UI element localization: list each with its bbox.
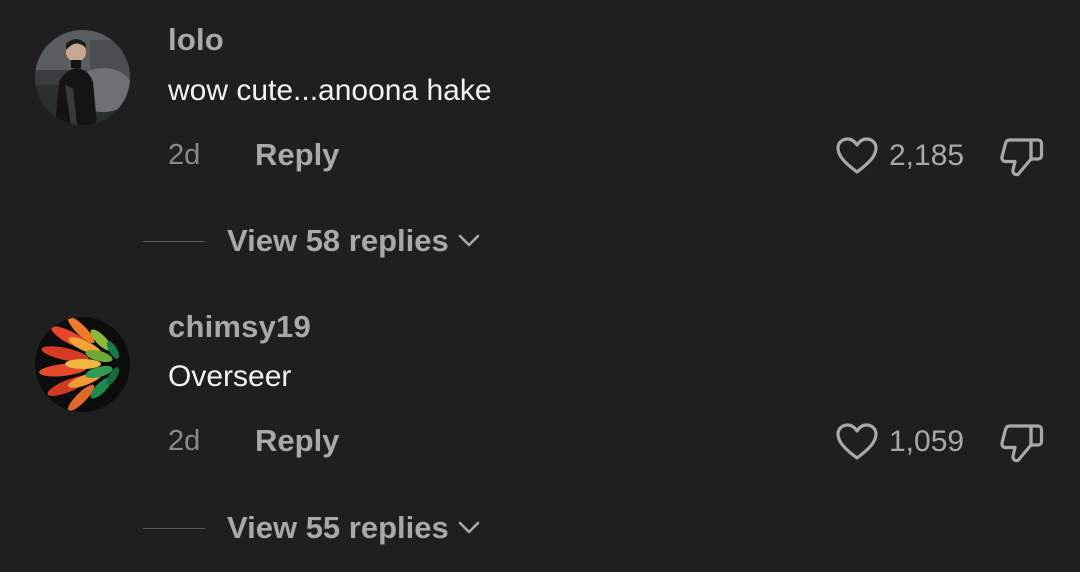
- comment-text: wow cute...anoona hake: [168, 74, 492, 107]
- divider: [143, 527, 205, 529]
- like-button[interactable]: 2,185: [835, 134, 964, 178]
- divider: [143, 240, 205, 242]
- view-replies-button[interactable]: View 55 replies: [143, 508, 481, 548]
- person-photo-icon: [35, 30, 130, 125]
- flower-photo-icon: [35, 317, 130, 412]
- comment-username[interactable]: chimsy19: [168, 309, 311, 345]
- chevron-down-icon: [457, 520, 481, 536]
- avatar[interactable]: [35, 317, 130, 412]
- heart-icon: [836, 137, 878, 174]
- dislike-button[interactable]: [998, 420, 1046, 464]
- heart-icon: [836, 423, 878, 460]
- dislike-button[interactable]: [998, 134, 1046, 178]
- reply-button[interactable]: Reply: [255, 137, 339, 173]
- thumbs-down-icon: [1000, 138, 1044, 177]
- comment-text: Overseer: [168, 360, 292, 393]
- chevron-down-icon: [457, 233, 481, 249]
- like-button[interactable]: 1,059: [835, 420, 964, 464]
- comment-timestamp: 2d: [168, 139, 201, 171]
- avatar[interactable]: [35, 30, 130, 125]
- reply-button[interactable]: Reply: [255, 423, 339, 459]
- like-count: 2,185: [889, 139, 965, 172]
- thumbs-down-icon: [1000, 424, 1044, 463]
- like-count: 1,059: [889, 425, 965, 458]
- view-replies-label: View 58 replies: [227, 223, 449, 258]
- view-replies-button[interactable]: View 58 replies: [143, 221, 481, 261]
- comment-timestamp: 2d: [168, 425, 201, 457]
- view-replies-label: View 55 replies: [227, 510, 449, 545]
- comment-username[interactable]: lolo: [168, 22, 224, 58]
